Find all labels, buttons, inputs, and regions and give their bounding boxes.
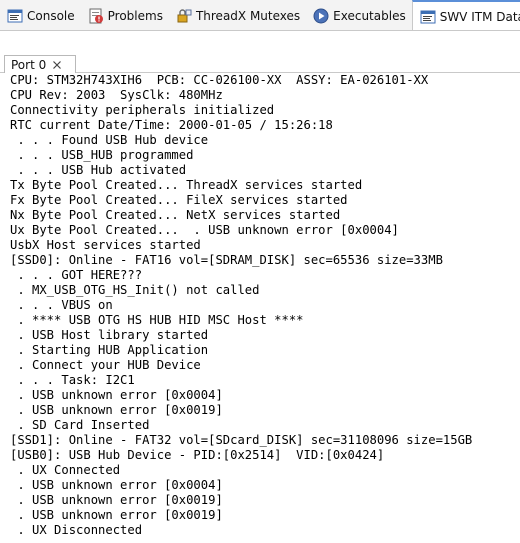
console-line: . USB unknown error [0x0004] [10,478,223,492]
console-line: CPU: STM32H743XIH6 PCB: CC-026100-XX ASS… [10,73,429,87]
console-line: . USB unknown error [0x0019] [10,403,223,417]
console-output[interactable]: CPU: STM32H743XIH6 PCB: CC-026100-XX ASS… [0,73,520,543]
mutex-icon [177,8,192,22]
console-line: Nx Byte Pool Created... NetX services st… [10,208,341,222]
tab-problems-label: Problems [107,8,163,23]
tab-executables[interactable]: Executables [306,0,412,30]
console-line: . . . Found USB Hub device [10,133,209,147]
console-line: CPU Rev: 2003 SysClk: 480MHz [10,88,223,102]
console-line: . USB unknown error [0x0004] [10,388,223,402]
tab-threadx-mutexes[interactable]: ThreadX Mutexes [169,0,306,30]
executables-icon [313,8,329,23]
console-line: . Starting HUB Application [10,343,209,357]
console-line: . Connect your HUB Device [10,358,201,372]
tab-swv-itm-data-console-label: SWV ITM Data Console [439,10,520,24]
view-tab-bar: Console Problems ThreadX Mutexes Executa… [0,0,520,31]
tab-problems[interactable]: Problems [81,0,169,30]
tab-threadx-mutexes-label: ThreadX Mutexes [195,8,301,23]
console-line: . . . Task: I2C1 [10,373,135,387]
console-line: Tx Byte Pool Created... ThreadX services… [10,178,363,192]
console-line: . USB Host library started [10,328,209,342]
console-line: . **** USB OTG HS HUB HID MSC Host **** [10,313,304,327]
console-line: . UX Connected [10,463,121,477]
console-tab-bar: Port 0 [0,53,520,74]
console-icon [7,9,23,22]
tab-console-label: Console [27,8,75,23]
console-line: Fx Byte Pool Created... FileX services s… [10,193,348,207]
itm-console-icon [420,10,436,24]
close-icon[interactable] [52,60,62,70]
console-line: . . . USB_HUB programmed [10,148,194,162]
console-line: . MX_USB_OTG_HS_Init() not called [10,283,260,297]
port-tab-label: Port 0 [11,57,47,72]
console-line: . UX Disconnected [10,523,143,537]
console-line: Ux Byte Pool Created... . USB unknown er… [10,223,399,237]
console-line: . . . VBUS on [10,298,113,312]
console-line: . USB unknown error [0x0019] [10,493,223,507]
console-line: UsbX Host services started [10,238,201,252]
view-toolbar [0,31,520,53]
console-line: Connectivity peripherals initialized [10,103,275,117]
tab-console[interactable]: Console [0,0,81,30]
console-line: RTC current Date/Time: 2000-01-05 / 15:2… [10,118,333,132]
tab-executables-label: Executables [333,8,406,23]
console-line: . . . GOT HERE??? [10,268,143,282]
console-line: . USB unknown error [0x0019] [10,508,223,522]
console-line: [SSD1]: Online - FAT32 vol=[SDcard_DISK]… [10,433,473,447]
tab-swv-itm-data-console[interactable]: SWV ITM Data Console [411,0,520,30]
console-line: [SSD0]: Online - FAT16 vol=[SDRAM_DISK] … [10,253,443,267]
console-line: . . . USB Hub activated [10,163,187,177]
console-line: [USB0]: USB Hub Device - PID:[0x2514] VI… [10,448,385,462]
problems-icon [89,8,103,23]
tab-port-0[interactable]: Port 0 [4,55,76,74]
console-line: . SD Card Inserted [10,418,150,432]
